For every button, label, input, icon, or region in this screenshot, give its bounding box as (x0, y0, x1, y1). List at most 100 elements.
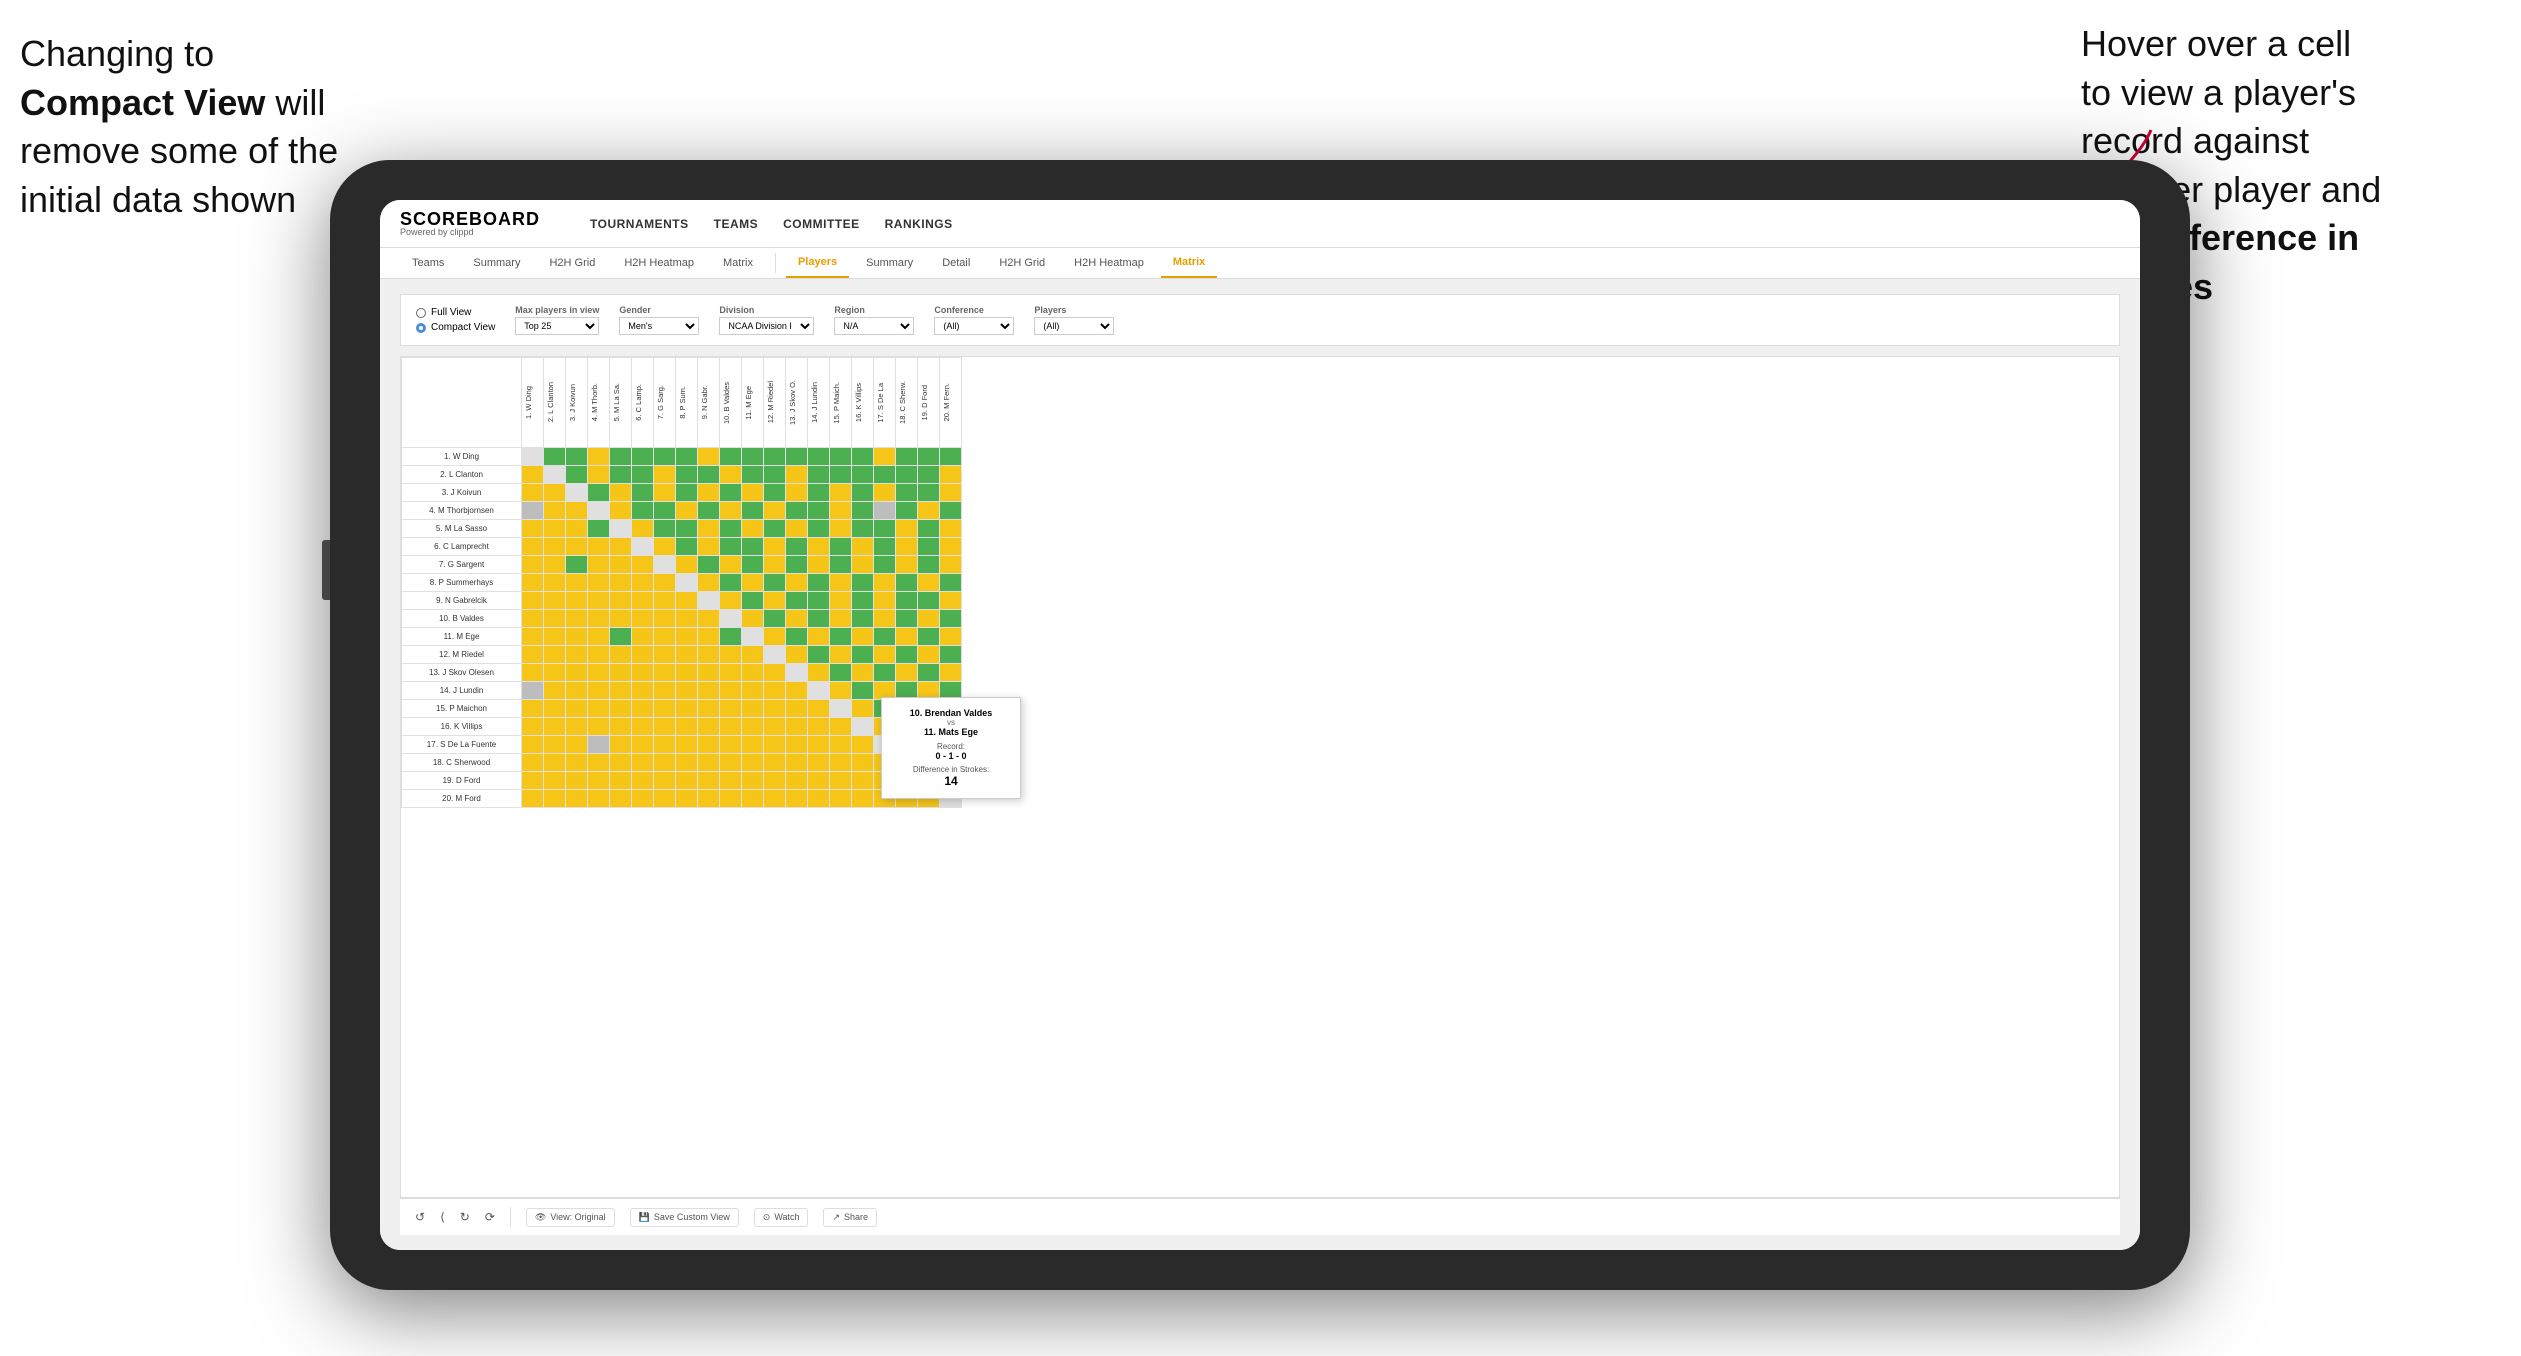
cell-20-4[interactable] (588, 790, 610, 808)
cell-10-15[interactable] (830, 610, 852, 628)
cell-20-6[interactable] (632, 790, 654, 808)
cell-19-11[interactable] (742, 772, 764, 790)
subnav-detail[interactable]: Detail (930, 249, 982, 277)
cell-6-3[interactable] (566, 538, 588, 556)
cell-1-10[interactable] (720, 448, 742, 466)
cell-2-10[interactable] (720, 466, 742, 484)
cell-8-12[interactable] (764, 574, 786, 592)
cell-18-7[interactable] (654, 754, 676, 772)
cell-10-7[interactable] (654, 610, 676, 628)
cell-4-16[interactable] (852, 502, 874, 520)
subnav-h2hgrid1[interactable]: H2H Grid (537, 249, 607, 277)
cell-7-9[interactable] (698, 556, 720, 574)
cell-16-11[interactable] (742, 718, 764, 736)
cell-11-4[interactable] (588, 628, 610, 646)
cell-3-19[interactable] (918, 484, 940, 502)
cell-1-11[interactable] (742, 448, 764, 466)
cell-11-20[interactable] (940, 628, 962, 646)
nav-tournaments[interactable]: TOURNAMENTS (590, 213, 689, 235)
nav-committee[interactable]: COMMITTEE (783, 213, 860, 235)
cell-5-10[interactable] (720, 520, 742, 538)
cell-1-19[interactable] (918, 448, 940, 466)
save-custom-view-button[interactable]: 💾 Save Custom View (630, 1208, 739, 1227)
cell-10-6[interactable] (632, 610, 654, 628)
cell-4-15[interactable] (830, 502, 852, 520)
cell-5-18[interactable] (896, 520, 918, 538)
cell-5-11[interactable] (742, 520, 764, 538)
cell-1-8[interactable] (676, 448, 698, 466)
cell-1-3[interactable] (566, 448, 588, 466)
cell-19-7[interactable] (654, 772, 676, 790)
cell-12-1[interactable] (522, 646, 544, 664)
cell-2-14[interactable] (808, 466, 830, 484)
cell-10-3[interactable] (566, 610, 588, 628)
cell-17-6[interactable] (632, 736, 654, 754)
cell-4-7[interactable] (654, 502, 676, 520)
cell-4-12[interactable] (764, 502, 786, 520)
cell-7-13[interactable] (786, 556, 808, 574)
cell-12-3[interactable] (566, 646, 588, 664)
cell-6-10[interactable] (720, 538, 742, 556)
cell-17-15[interactable] (830, 736, 852, 754)
cell-14-14[interactable] (808, 682, 830, 700)
step-back-icon[interactable]: ⟨ (440, 1210, 445, 1224)
cell-19-3[interactable] (566, 772, 588, 790)
cell-17-4[interactable] (588, 736, 610, 754)
cell-1-18[interactable] (896, 448, 918, 466)
cell-14-8[interactable] (676, 682, 698, 700)
cell-5-13[interactable] (786, 520, 808, 538)
cell-8-3[interactable] (566, 574, 588, 592)
cell-2-13[interactable] (786, 466, 808, 484)
cell-13-12[interactable] (764, 664, 786, 682)
nav-rankings[interactable]: RANKINGS (885, 213, 953, 235)
cell-14-13[interactable] (786, 682, 808, 700)
cell-16-3[interactable] (566, 718, 588, 736)
cell-11-5[interactable] (610, 628, 632, 646)
cell-6-19[interactable] (918, 538, 940, 556)
cell-5-3[interactable] (566, 520, 588, 538)
cell-18-13[interactable] (786, 754, 808, 772)
cell-3-10[interactable] (720, 484, 742, 502)
cell-6-8[interactable] (676, 538, 698, 556)
cell-5-4[interactable] (588, 520, 610, 538)
cell-3-9[interactable] (698, 484, 720, 502)
cell-4-10[interactable] (720, 502, 742, 520)
cell-8-9[interactable] (698, 574, 720, 592)
cell-5-5[interactable] (610, 520, 632, 538)
cell-20-13[interactable] (786, 790, 808, 808)
cell-3-5[interactable] (610, 484, 632, 502)
cell-12-4[interactable] (588, 646, 610, 664)
cell-1-20[interactable] (940, 448, 962, 466)
subnav-matrix1[interactable]: Matrix (711, 249, 765, 277)
cell-4-9[interactable] (698, 502, 720, 520)
cell-16-6[interactable] (632, 718, 654, 736)
cell-6-11[interactable] (742, 538, 764, 556)
cell-18-15[interactable] (830, 754, 852, 772)
cell-2-6[interactable] (632, 466, 654, 484)
cell-3-7[interactable] (654, 484, 676, 502)
undo-icon[interactable]: ↺ (415, 1210, 425, 1224)
cell-19-4[interactable] (588, 772, 610, 790)
cell-1-6[interactable] (632, 448, 654, 466)
cell-12-16[interactable] (852, 646, 874, 664)
cell-9-3[interactable] (566, 592, 588, 610)
cell-11-13[interactable] (786, 628, 808, 646)
cell-1-14[interactable] (808, 448, 830, 466)
cell-11-3[interactable] (566, 628, 588, 646)
cell-13-1[interactable] (522, 664, 544, 682)
cell-2-19[interactable] (918, 466, 940, 484)
cell-10-16[interactable] (852, 610, 874, 628)
cell-15-5[interactable] (610, 700, 632, 718)
cell-2-12[interactable] (764, 466, 786, 484)
cell-7-1[interactable] (522, 556, 544, 574)
cell-8-4[interactable] (588, 574, 610, 592)
cell-16-12[interactable] (764, 718, 786, 736)
region-select[interactable]: N/A (834, 317, 914, 335)
cell-12-18[interactable] (896, 646, 918, 664)
cell-15-9[interactable] (698, 700, 720, 718)
cell-15-12[interactable] (764, 700, 786, 718)
cell-10-5[interactable] (610, 610, 632, 628)
cell-6-6[interactable] (632, 538, 654, 556)
cell-11-15[interactable] (830, 628, 852, 646)
cell-19-1[interactable] (522, 772, 544, 790)
